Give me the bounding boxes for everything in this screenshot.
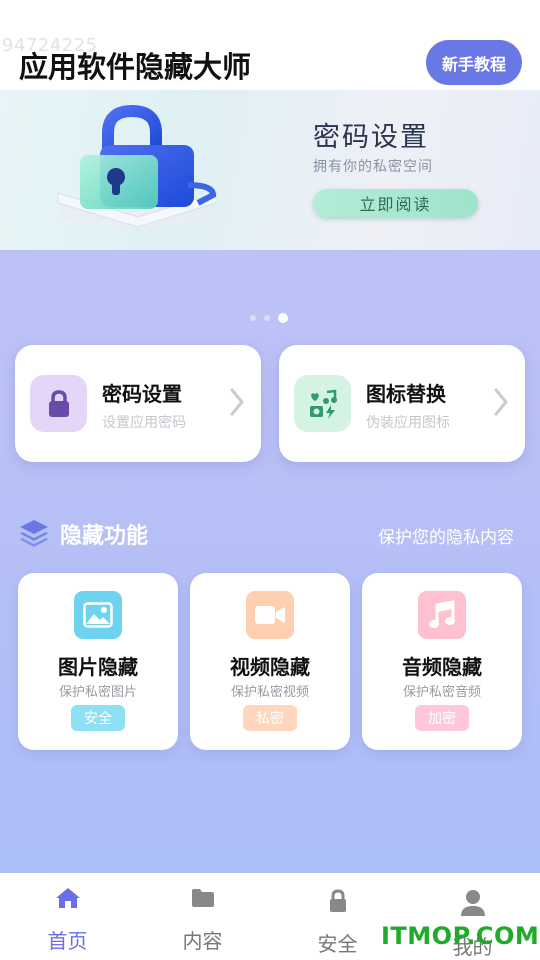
feature-tag: 私密 bbox=[243, 705, 297, 731]
audio-hide-card[interactable]: 音频隐藏 保护私密音频 加密 bbox=[362, 573, 522, 750]
card-title: 图标替换 bbox=[366, 382, 446, 406]
video-icon bbox=[246, 591, 294, 639]
chevron-right-icon bbox=[230, 388, 244, 416]
carousel-dot[interactable] bbox=[264, 315, 270, 321]
feature-subtitle: 保护私密图片 bbox=[58, 685, 137, 700]
image-hide-card[interactable]: 图片隐藏 保护私密图片 安全 bbox=[18, 573, 178, 750]
chevron-right-icon bbox=[494, 388, 508, 416]
icon-replace-card[interactable]: 图标替换 伪装应用图标 bbox=[279, 345, 525, 462]
app-screen: 94724225 应用软件隐藏大师 新手教程 密码设置 拥有你的私密空间 立即阅… bbox=[0, 0, 540, 960]
nav-label: 内容 bbox=[182, 929, 223, 953]
music-icon bbox=[418, 591, 466, 639]
padlock-illustration-icon bbox=[57, 105, 218, 228]
section-title: 隐藏功能 bbox=[60, 524, 149, 549]
banner-title: 密码设置 bbox=[313, 122, 429, 153]
site-watermark: ITMOP.COM bbox=[381, 922, 540, 950]
feature-tag: 加密 bbox=[415, 705, 469, 731]
feature-subtitle: 保护私密音频 bbox=[402, 685, 481, 700]
tutorial-button[interactable]: 新手教程 bbox=[426, 40, 522, 85]
image-icon bbox=[74, 591, 122, 639]
card-subtitle: 伪装应用图标 bbox=[366, 415, 450, 431]
card-subtitle: 设置应用密码 bbox=[102, 415, 186, 431]
nav-label: 首页 bbox=[47, 929, 88, 953]
lock-icon bbox=[30, 375, 87, 432]
app-title: 应用软件隐藏大师 bbox=[19, 50, 252, 84]
header: 94724225 应用软件隐藏大师 新手教程 bbox=[0, 0, 540, 90]
icon-swap-icon bbox=[294, 375, 351, 432]
folder-icon bbox=[191, 889, 214, 907]
read-now-button[interactable]: 立即阅读 bbox=[313, 189, 478, 217]
video-hide-card[interactable]: 视频隐藏 保护私密视频 私密 bbox=[190, 573, 350, 750]
feature-title: 视频隐藏 bbox=[230, 655, 310, 679]
card-title: 密码设置 bbox=[102, 382, 182, 406]
layers-icon bbox=[20, 520, 48, 547]
section-subtitle: 保护您的隐私内容 bbox=[378, 528, 514, 548]
feature-subtitle: 保护私密视频 bbox=[230, 685, 309, 700]
feature-title: 音频隐藏 bbox=[402, 655, 482, 679]
carousel-dot[interactable] bbox=[250, 315, 256, 321]
carousel-indicator bbox=[250, 313, 288, 323]
banner-carousel[interactable]: 密码设置 拥有你的私密空间 立即阅读 bbox=[0, 90, 540, 250]
feature-tag: 安全 bbox=[71, 705, 125, 731]
nav-home[interactable]: 首页 bbox=[0, 873, 135, 960]
user-icon bbox=[460, 890, 485, 916]
carousel-dot-active[interactable] bbox=[278, 313, 288, 323]
password-settings-card[interactable]: 密码设置 设置应用密码 bbox=[15, 345, 261, 462]
lock-icon bbox=[329, 889, 346, 912]
feature-title: 图片隐藏 bbox=[58, 655, 138, 679]
banner-subtitle: 拥有你的私密空间 bbox=[313, 159, 433, 175]
home-icon bbox=[55, 888, 80, 908]
nav-content[interactable]: 内容 bbox=[135, 873, 270, 960]
